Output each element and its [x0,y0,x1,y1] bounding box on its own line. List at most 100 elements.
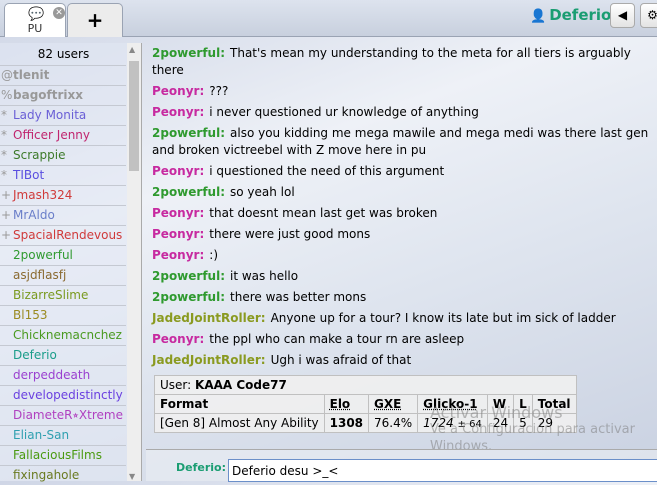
chat-message: 2powerful: so yeah lol [146,182,657,203]
user-name: Elian-San [13,428,70,442]
user-list-item[interactable]: %bagoftrixx [0,85,126,105]
message-author[interactable]: 2powerful: [152,290,225,304]
cell-gxe: 76.4% [368,413,419,433]
message-author[interactable]: 2powerful: [152,269,225,283]
speaker-icon: ◀ [617,8,628,22]
rank-user: User: KAAA Code77 [154,375,577,395]
current-user[interactable]: 👤 Deferio [530,6,611,24]
user-name: fixingahole [13,468,80,482]
user-list-item[interactable]: @tlenit [0,65,126,85]
scrollbar[interactable]: ▲ ▼ [127,43,141,481]
user-name: TIBot [13,168,45,182]
user-name: Deferio [13,348,57,362]
message-author[interactable]: Peonyr: [152,227,204,241]
chat-input-bar: Deferio: [146,449,657,482]
user-name: Bl153 [13,308,48,322]
user-list-item[interactable]: FallaciousFilms [0,445,126,465]
user-group-symbol: * [1,148,7,162]
user-list-item[interactable]: Elian-San [0,425,126,445]
user-list-item[interactable]: asjdflasfj [0,265,126,285]
chat-message: 2powerful: there was better mons [146,287,657,308]
message-text: also you kidding me mega mawile and mega… [152,126,649,157]
user-list-item[interactable]: Deferio [0,345,126,365]
user-name: Scrappie [13,148,66,162]
user-icon: 👤 [530,9,547,24]
user-name: Lady Monita [13,108,87,122]
sound-button[interactable]: ◀ [610,3,635,28]
chat-input[interactable] [228,459,657,482]
user-name: SpacialRendevous [13,228,123,242]
user-list-item[interactable]: 2powerful [0,245,126,265]
user-list-item[interactable]: * TIBot [0,165,126,185]
chat-message: JadedJointRoller: Anyone up for a tour? I… [146,308,657,329]
user-list-item[interactable]: DiameteR⭒Xtreme [0,405,126,425]
message-author[interactable]: 2powerful: [152,185,225,199]
user-list-item[interactable]: * Scrappie [0,145,126,165]
user-group-symbol: + [1,228,12,242]
scroll-down-icon[interactable]: ▼ [129,472,135,481]
col-format: Format [154,394,325,414]
chat-log: 2powerful: That's mean my understanding t… [146,43,657,448]
user-name: derpeddeath [13,368,91,382]
message-author[interactable]: Peonyr: [152,84,204,98]
tab-label: PU [27,22,43,35]
user-list-item[interactable]: + SpacialRendevous [0,225,126,245]
message-author[interactable]: 2powerful: [152,126,225,140]
chat-message: Peonyr: i never questioned ur knowledge o… [146,102,657,123]
scrollbar-thumb[interactable] [129,61,139,171]
message-author[interactable]: Peonyr: [152,206,204,220]
cell-total: 29 [531,413,577,433]
col-total: Total [531,394,577,414]
chat-bubble-icon: 💬 [28,7,45,22]
user-group-symbol: + [1,188,12,202]
settings-button[interactable]: ⚙ [640,3,657,28]
user-name: BizarreSlime [13,288,89,302]
message-text: Anyone up for a tour? I know its late bu… [270,311,616,325]
col-w: W [486,394,515,414]
user-group-symbol: @ [1,68,13,82]
user-list-item[interactable]: * Lady Monita [0,105,126,125]
chat-message: Peonyr: there were just good mons [146,224,657,245]
message-author[interactable]: Peonyr: [152,105,204,119]
user-name: Officer Jenny [13,128,91,142]
user-name: DiameteR⭒Xtreme [13,408,123,422]
chat-message: Peonyr: the ppl who can make a tour rn ar… [146,329,657,350]
user-name: developedistinctly [13,388,123,402]
tab-pu[interactable]: 💬 ✕ PU [4,3,66,37]
message-author[interactable]: JadedJointRoller: [152,311,266,325]
user-list-item[interactable]: derpeddeath [0,365,126,385]
message-text: that doesnt mean last get was broken [209,206,438,220]
user-list-item[interactable]: * Officer Jenny [0,125,126,145]
message-author[interactable]: Peonyr: [152,248,204,262]
message-text: :) [209,248,219,262]
message-author[interactable]: Peonyr: [152,164,204,178]
cell-glicko: 1724 ± 64 [417,413,488,433]
input-username: Deferio: [176,461,226,474]
user-count: 82 users [37,47,90,61]
close-tab-icon[interactable]: ✕ [53,7,65,19]
chat-message: Peonyr: i questioned the need of this arg… [146,161,657,182]
message-text: i questioned the need of this argument [209,164,445,178]
user-group-symbol: * [1,168,7,182]
user-list-item[interactable]: + Jmash324 [0,185,126,205]
user-name: 2powerful [13,248,73,262]
user-list-item[interactable]: fixingahole [0,465,126,485]
user-name: MrAldo [13,208,55,222]
user-name: asjdflasfj [13,268,67,282]
message-author[interactable]: 2powerful: [152,46,225,60]
new-tab-button[interactable]: + [67,3,123,37]
chat-message: 2powerful: it was hello [146,266,657,287]
user-list-item[interactable]: Chicknemacnchez [0,325,126,345]
message-author[interactable]: Peonyr: [152,332,204,346]
col-l: L [513,394,533,414]
scroll-up-icon[interactable]: ▲ [129,45,135,54]
user-list-item[interactable]: developedistinctly [0,385,126,405]
user-list: 82 users @tlenit %bagoftrixx * Lady Monita *… [0,43,142,482]
message-author[interactable]: JadedJointRoller: [152,353,266,367]
message-text: the ppl who can make a tour rn are aslee… [209,332,465,346]
cell-format: [Gen 8] Almost Any Ability [154,413,325,433]
user-list-item[interactable]: Bl153 [0,305,126,325]
user-list-item[interactable]: BizarreSlime [0,285,126,305]
user-list-item[interactable]: + MrAldo [0,205,126,225]
message-text: i never questioned ur knowledge of anyth… [209,105,479,119]
